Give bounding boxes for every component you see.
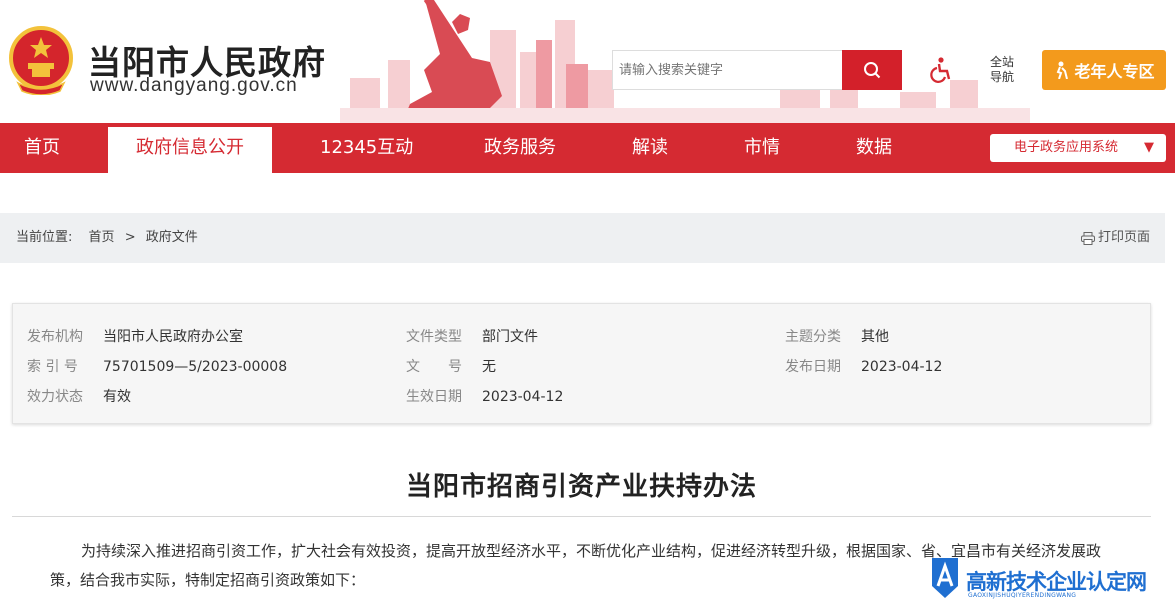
title-divider (12, 516, 1151, 517)
meta-topic-value: 其他 (861, 329, 889, 345)
meta-pubdate: 发布日期 2023-04-12 (785, 356, 942, 376)
nav-item-gov-info[interactable]: 政府信息公开 (108, 127, 272, 173)
meta-publisher-label: 发布机构 (27, 329, 83, 345)
nav-item-city-info[interactable]: 市情 (744, 123, 780, 173)
breadcrumb-home-link[interactable]: 首页 (89, 230, 115, 245)
national-emblem-icon (9, 26, 73, 95)
nav-item-data[interactable]: 数据 (856, 123, 892, 173)
wheelchair-icon (930, 57, 951, 83)
search-input[interactable] (612, 50, 842, 90)
elder-zone-button[interactable]: 老年人专区 (1042, 50, 1166, 90)
article-title: 当阳市招商引资产业扶持办法 (405, 472, 757, 502)
search-button[interactable] (842, 50, 902, 90)
search-icon (864, 62, 881, 79)
accessibility-button[interactable] (928, 56, 956, 84)
meta-index-label: 索 引 号 (27, 359, 78, 375)
site-nav-line1: 全站 (989, 55, 1014, 69)
site-nav-line2: 导航 (989, 70, 1014, 84)
breadcrumb-bar: 当前位置: 首页 > 政府文件 打印页面 (0, 213, 1165, 263)
watermark-logo-icon (932, 558, 958, 598)
meta-publisher: 发布机构 当阳市人民政府办公室 (27, 326, 243, 346)
printer-icon (1080, 231, 1095, 245)
nav-item-home[interactable]: 首页 (24, 123, 60, 173)
document-metadata-panel: 发布机构 当阳市人民政府办公室 文件类型 部门文件 主题分类 其他 索 引 号 7570… (12, 303, 1151, 424)
meta-status-value: 有效 (103, 389, 131, 405)
meta-effdate: 生效日期 2023-04-12 (406, 386, 563, 406)
meta-pubdate-label: 发布日期 (785, 359, 841, 375)
watermark: 高新技术企业认定网 GAOXINJISHUQIYERENDINGWANG (928, 556, 1175, 606)
nav-item-gov-services[interactable]: 政务服务 (484, 123, 556, 173)
nav-item-12345[interactable]: 12345互动 (320, 123, 413, 173)
watermark-subtext: GAOXINJISHUQIYERENDINGWANG (968, 592, 1077, 599)
meta-doctype-label: 文件类型 (406, 329, 462, 345)
meta-doctype: 文件类型 部门文件 (406, 326, 538, 346)
caret-down-icon: ▼ (1144, 140, 1154, 155)
site-url[interactable]: www.dangyang.gov.cn (90, 75, 298, 97)
breadcrumb-separator: > (124, 230, 136, 245)
meta-topic-label: 主题分类 (785, 329, 841, 345)
meta-index: 索 引 号 75701509—5/2023-00008 (27, 356, 287, 376)
meta-effdate-label: 生效日期 (406, 389, 462, 405)
meta-status: 效力状态 有效 (27, 386, 131, 406)
meta-pubdate-value: 2023-04-12 (861, 359, 943, 375)
nav-item-interpretation[interactable]: 解读 (632, 123, 668, 173)
meta-docno-value: 无 (482, 359, 496, 375)
e-government-label: 电子政务应用系统 (1014, 140, 1119, 155)
e-government-systems-dropdown[interactable]: 电子政务应用系统 ▼ (990, 134, 1166, 162)
meta-doctype-value: 部门文件 (482, 329, 538, 345)
breadcrumb-prefix: 当前位置: (16, 230, 73, 245)
meta-publisher-value: 当阳市人民政府办公室 (103, 329, 243, 345)
print-label: 打印页面 (1097, 230, 1150, 245)
site-navigation-link[interactable]: 全站 导航 (985, 55, 1019, 85)
elder-icon (1057, 61, 1069, 79)
meta-effdate-value: 2023-04-12 (482, 389, 564, 405)
print-page-button[interactable]: 打印页面 (1080, 213, 1150, 263)
meta-status-label: 效力状态 (27, 389, 83, 405)
breadcrumb: 当前位置: 首页 > 政府文件 (16, 213, 204, 263)
meta-docno: 文 号无 (406, 356, 496, 376)
site-header: 当阳市人民政府 www.dangyang.gov.cn 全站 导航 老年人专区 (0, 0, 1175, 123)
meta-docno-label: 文 号 (406, 359, 462, 375)
meta-topic: 主题分类 其他 (785, 326, 889, 346)
breadcrumb-gov-docs-link[interactable]: 政府文件 (146, 230, 198, 245)
elder-zone-label: 老年人专区 (1074, 62, 1155, 81)
meta-index-value: 75701509—5/2023-00008 (103, 359, 288, 375)
